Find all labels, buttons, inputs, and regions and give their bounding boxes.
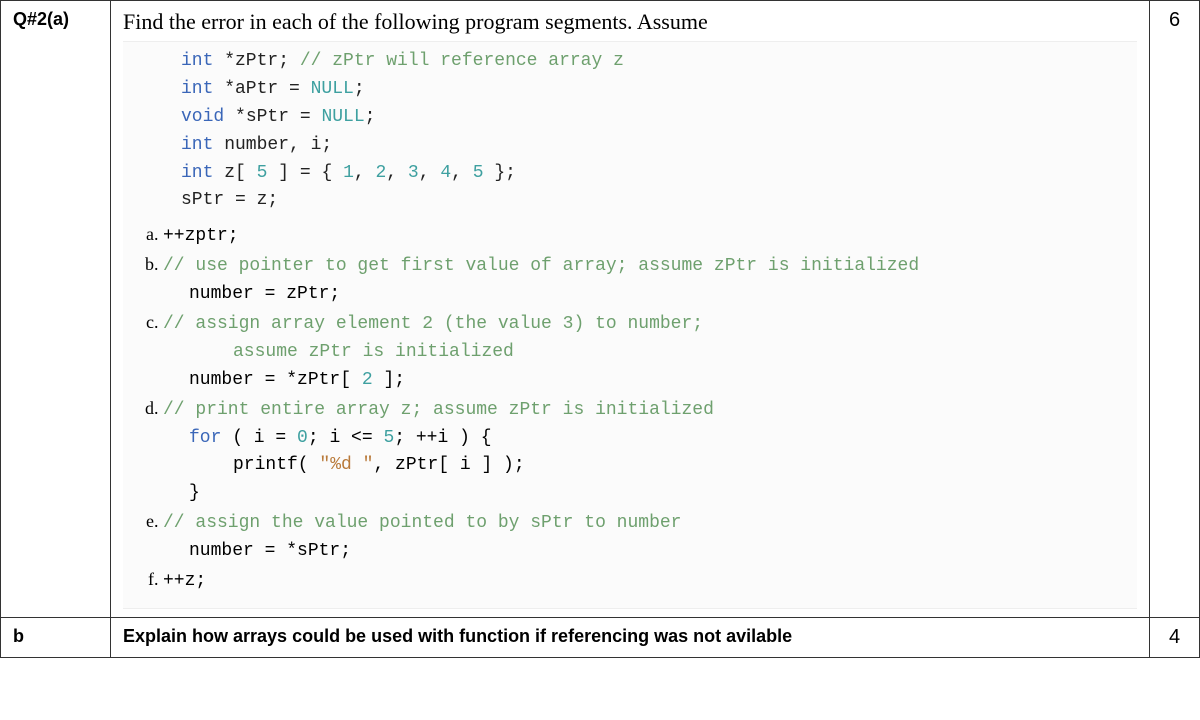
code-text: number = *sPtr; — [163, 538, 1127, 566]
code-text: ( i = — [221, 428, 297, 448]
comment: // assign the value pointed to by sPtr t… — [163, 513, 681, 533]
code-line: number = *zPtr[ 2 ]; — [163, 367, 1127, 395]
decl-text: ] = { — [267, 163, 343, 183]
q2b-label: b — [13, 626, 24, 646]
decl-line-6: sPtr = z; — [181, 187, 1127, 215]
number-literal: 5 — [473, 163, 484, 183]
q2a-label: Q#2(a) — [13, 9, 69, 29]
part-b: // use pointer to get first value of arr… — [163, 253, 1127, 309]
q2b-body-cell: Explain how arrays could be used with fu… — [111, 617, 1150, 657]
part-a: ++zptr; — [163, 223, 1127, 251]
keyword-int: int — [181, 79, 213, 99]
q2a-label-cell: Q#2(a) — [1, 1, 111, 618]
keyword-int: int — [181, 135, 213, 155]
decl-line-1: int *zPtr; // zPtr will reference array … — [181, 48, 1127, 76]
part-f: ++z; — [163, 568, 1127, 596]
decl-line-4: int number, i; — [181, 132, 1127, 160]
decl-text: , — [451, 163, 473, 183]
part-c: // assign array element 2 (the value 3) … — [163, 311, 1127, 395]
decl-text: z[ — [213, 163, 256, 183]
number-literal: 2 — [375, 163, 386, 183]
q2b-marks: 4 — [1169, 626, 1180, 648]
comment: // use pointer to get first value of arr… — [163, 256, 919, 276]
code-text: ; i <= — [308, 428, 384, 448]
code-text: printf( — [233, 455, 319, 475]
comment: // assign array element 2 (the value 3) … — [163, 314, 703, 334]
null-literal: NULL — [311, 79, 354, 99]
comment: // zPtr will reference array z — [289, 51, 624, 71]
decl-text: , — [354, 163, 376, 183]
decl-line-2: int *aPtr = NULL; — [181, 76, 1127, 104]
part-e: // assign the value pointed to by sPtr t… — [163, 510, 1127, 566]
keyword-int: int — [181, 51, 213, 71]
number-literal: 1 — [343, 163, 354, 183]
decl-text: ; — [365, 107, 376, 127]
decl-text: }; — [484, 163, 516, 183]
q2a-marks-cell: 6 — [1150, 1, 1200, 618]
number-literal: 4 — [440, 163, 451, 183]
decl-text: ; — [354, 79, 365, 99]
decl-text: , — [386, 163, 408, 183]
comment: // print entire array z; assume zPtr is … — [163, 400, 714, 420]
q2b-marks-cell: 4 — [1150, 617, 1200, 657]
string-literal: "%d " — [319, 455, 373, 475]
decl-text: *aPtr = — [213, 79, 310, 99]
code-text: ; ++i ) { — [394, 428, 491, 448]
number-literal: 5 — [383, 428, 394, 448]
declaration-block: int *zPtr; // zPtr will reference array … — [133, 48, 1127, 215]
number-literal: 5 — [257, 163, 268, 183]
decl-text: *sPtr = — [224, 107, 321, 127]
row-q2a: Q#2(a) Find the error in each of the fol… — [1, 1, 1200, 618]
code-text: ++z; — [163, 571, 206, 591]
subparts-list: ++zptr; // use pointer to get first valu… — [133, 223, 1127, 596]
decl-text: sPtr = z; — [181, 190, 278, 210]
decl-line-3: void *sPtr = NULL; — [181, 104, 1127, 132]
keyword-for: for — [189, 428, 221, 448]
q2a-marks: 6 — [1169, 9, 1180, 31]
code-text: number = *zPtr[ — [189, 370, 362, 390]
number-literal: 2 — [362, 370, 373, 390]
part-d: // print entire array z; assume zPtr is … — [163, 397, 1127, 509]
q2a-body-cell: Find the error in each of the following … — [111, 1, 1150, 618]
q2b-text: Explain how arrays could be used with fu… — [123, 626, 792, 646]
number-literal: 3 — [408, 163, 419, 183]
code-line: for ( i = 0; i <= 5; ++i ) { — [163, 425, 1127, 453]
number-literal: 0 — [297, 428, 308, 448]
keyword-int: int — [181, 163, 213, 183]
decl-text: , — [419, 163, 441, 183]
code-text: ]; — [373, 370, 405, 390]
decl-text: *zPtr; — [213, 51, 289, 71]
q2a-prompt: Find the error in each of the following … — [123, 9, 1137, 35]
code-line: printf( "%d ", zPtr[ i ] ); — [163, 452, 1127, 480]
q2b-label-cell: b — [1, 617, 111, 657]
decl-line-5: int z[ 5 ] = { 1, 2, 3, 4, 5 }; — [181, 160, 1127, 188]
question-table: Q#2(a) Find the error in each of the fol… — [0, 0, 1200, 658]
null-literal: NULL — [321, 107, 364, 127]
decl-text: number, i; — [213, 135, 332, 155]
keyword-void: void — [181, 107, 224, 127]
row-q2b: b Explain how arrays could be used with … — [1, 617, 1200, 657]
comment: assume zPtr is initialized — [163, 339, 1127, 367]
code-text: } — [163, 480, 1127, 508]
code-text: , zPtr[ i ] ); — [373, 455, 524, 475]
q2a-codebox: int *zPtr; // zPtr will reference array … — [123, 41, 1137, 609]
code-text: ++zptr; — [163, 226, 239, 246]
code-text: number = zPtr; — [163, 281, 1127, 309]
